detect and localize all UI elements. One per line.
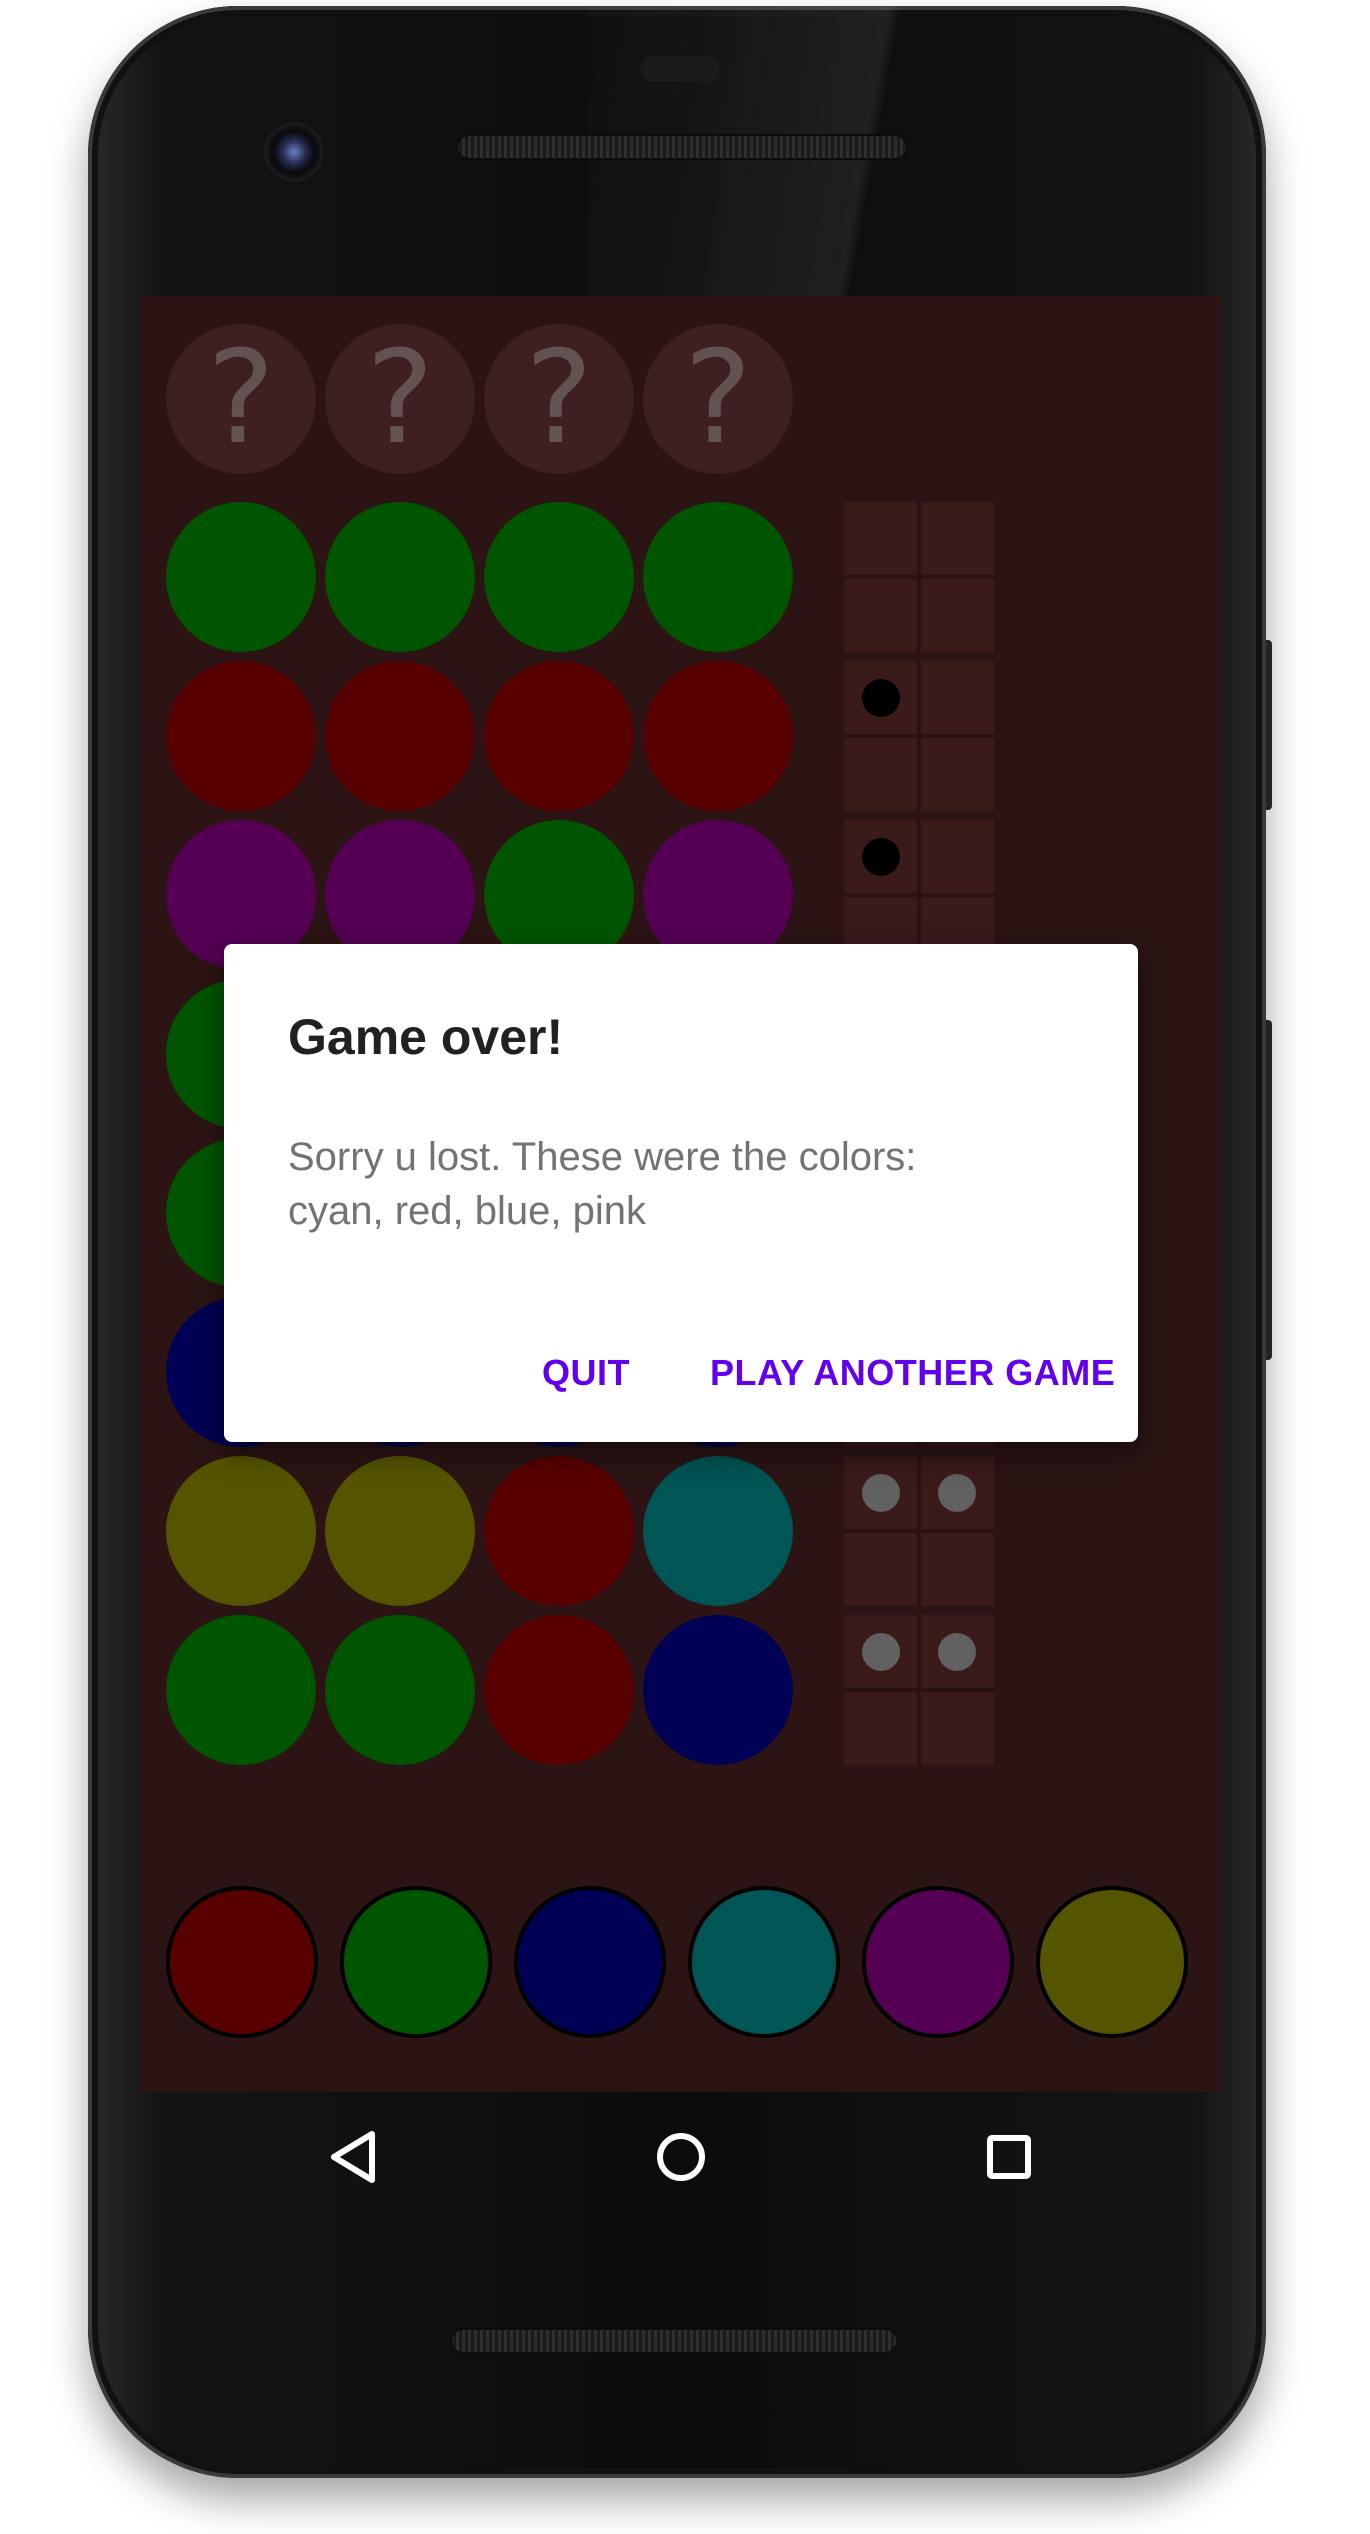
dialog-title: Game over! [288, 1009, 564, 1065]
recents-square-icon[interactable] [974, 2122, 1044, 2192]
back-triangle-icon[interactable] [320, 2122, 390, 2192]
navigation-bar [140, 2092, 1222, 2222]
dialog-message-line-2: cyan, red, blue, pink [288, 1189, 646, 1233]
dialog-message: Sorry u lost. These were the colors: cya… [288, 1130, 1088, 1238]
proximity-sensor [640, 56, 720, 82]
quit-button[interactable]: QUIT [542, 1352, 630, 1394]
front-camera-icon [268, 126, 320, 178]
dialog-message-line-1: Sorry u lost. These were the colors: [288, 1135, 917, 1179]
bottom-speaker [450, 2328, 898, 2354]
play-another-game-button[interactable]: PLAY ANOTHER GAME [710, 1352, 1115, 1394]
game-screen: ???? Game over! Sorry u lost. These were… [140, 296, 1222, 2092]
home-circle-icon[interactable] [646, 2122, 716, 2192]
device-frame: ???? Game over! Sorry u lost. These were… [0, 0, 1370, 2534]
game-over-dialog: Game over! Sorry u lost. These were the … [224, 944, 1138, 1442]
top-speaker [456, 134, 908, 160]
